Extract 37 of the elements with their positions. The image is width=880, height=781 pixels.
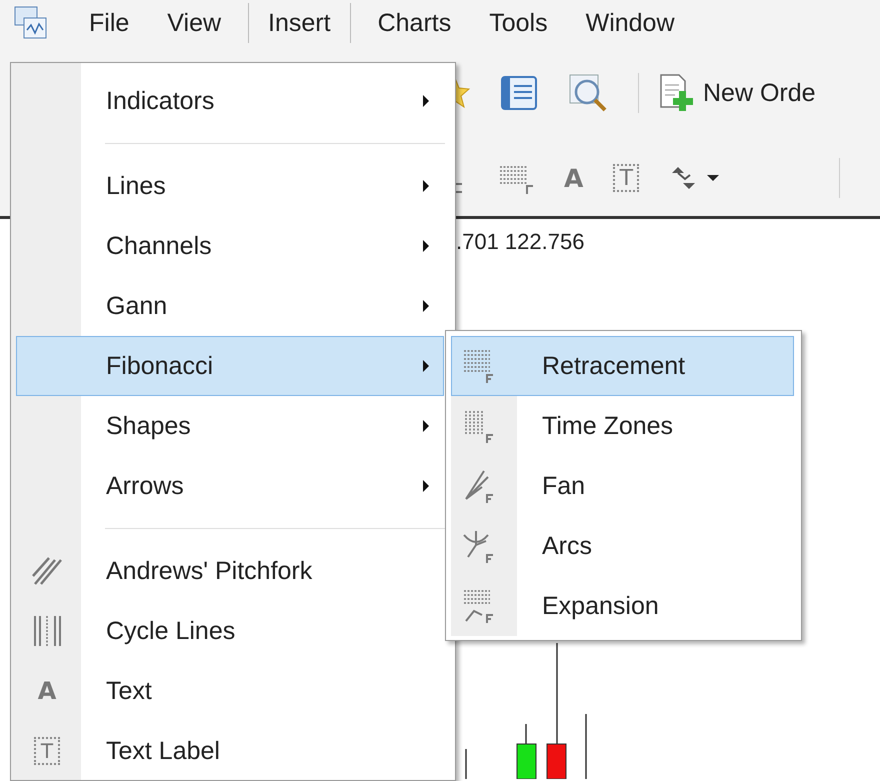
submenu-arrow-icon	[423, 180, 429, 192]
new-order-button[interactable]: New Orde	[657, 73, 816, 113]
submenu-arrow-icon	[423, 480, 429, 492]
new-order-label: New Orde	[703, 78, 816, 108]
menu-item[interactable]: Fibonacci	[16, 336, 444, 396]
price-readout: .701 122.756	[456, 229, 584, 255]
menu-item[interactable]: Tools	[470, 3, 567, 43]
menu-item[interactable]: Expansion	[451, 576, 794, 636]
menu-item[interactable]: Andrews' Pitchfork	[11, 541, 444, 601]
menu-item[interactable]: A Text	[11, 661, 444, 721]
menu-item[interactable]: Arrows	[11, 456, 444, 516]
menu-item[interactable]: Window	[566, 3, 694, 43]
menu-item[interactable]: Fan	[451, 456, 794, 516]
menu-item[interactable]: Insert	[248, 3, 351, 43]
menu-item[interactable]: Time Zones	[451, 396, 794, 456]
submenu-arrow-icon	[423, 240, 429, 252]
menu-item[interactable]: Gann	[11, 276, 444, 336]
text-tool-button[interactable]: A	[564, 164, 584, 192]
app-logo-icon	[14, 6, 48, 40]
menu-item[interactable]: Indicators	[11, 71, 444, 131]
submenu-arrow-icon	[423, 95, 429, 107]
menu-item[interactable]: File	[70, 3, 148, 43]
menu-item[interactable]: Shapes	[11, 396, 444, 456]
menu-item[interactable]: T Text Label	[11, 721, 444, 780]
letter-icon: A	[38, 677, 56, 705]
menu-item[interactable]: Channels	[11, 216, 444, 276]
submenu-arrow-icon	[423, 300, 429, 312]
menu-item[interactable]: Retracement	[451, 336, 794, 396]
submenu-arrow-icon	[423, 420, 429, 432]
text-box-icon: T	[34, 737, 60, 765]
menu-item[interactable]: Charts	[358, 3, 470, 43]
menu-item[interactable]: Lines	[11, 156, 444, 216]
menu-item[interactable]: Cycle Lines	[11, 601, 444, 661]
menu-item[interactable]: View	[148, 3, 240, 43]
submenu-arrow-icon	[423, 360, 429, 372]
menu-item[interactable]: Arcs	[451, 516, 794, 576]
text-label-tool-button[interactable]: T	[613, 164, 640, 192]
